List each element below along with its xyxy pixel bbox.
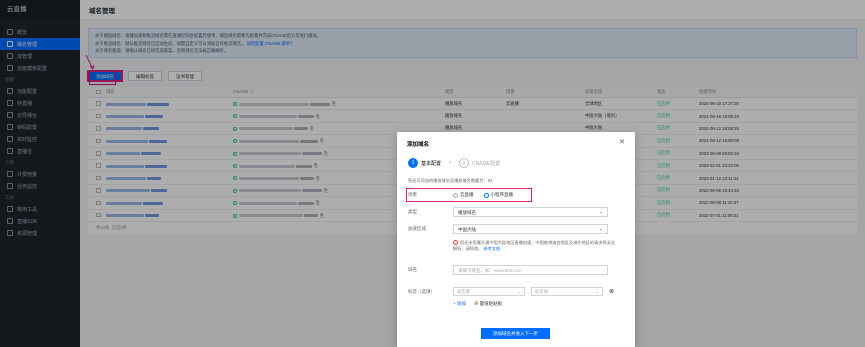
- add-domain-dialog: 添加域名 ✕ 1 基本配置 › 2 CNAME配置 您还可添加的播放域名及播放域…: [397, 132, 635, 347]
- field-label: 域名: [408, 267, 417, 272]
- type-select[interactable]: 播放域名 ⌄: [453, 207, 608, 217]
- field-label: 标签（选填）: [408, 288, 435, 294]
- submit-next-button[interactable]: 添加域名并进入下一步: [481, 328, 550, 339]
- chevron-right-icon: ›: [449, 160, 452, 166]
- chevron-down-icon: ⌄: [517, 289, 521, 294]
- region-select[interactable]: 中国大陆 ⌄: [453, 224, 608, 234]
- dialog-title: 添加域名: [407, 142, 430, 148]
- step-number: 2: [459, 158, 470, 168]
- tag-value-select[interactable]: 标签值 ⌄: [531, 287, 603, 296]
- tag-row: 标签（选填） 标签键 ⌄ 标签值 ⌄ ⊗: [408, 287, 626, 296]
- paste-tags-link[interactable]: ⊕ 键值粘贴板: [474, 301, 502, 307]
- close-icon[interactable]: ✕: [619, 139, 625, 146]
- domain-input[interactable]: 请填写域名，如：www.test.com: [453, 265, 608, 275]
- warning-icon: !: [453, 240, 458, 246]
- chevron-down-icon: ⌄: [598, 226, 603, 232]
- region-hint: ! 您还未签署开通中国大陆地区直播加速，中国香港澳台地区及海外地区的请求将无法解析…: [453, 240, 615, 251]
- doc-link[interactable]: 参考文档: [483, 246, 500, 251]
- tag-actions-row: + 添加 ⊕ 键值粘贴板: [408, 301, 626, 307]
- tag-key-select[interactable]: 标签键 ⌄: [453, 287, 525, 296]
- steps-indicator: 1 基本配置 › 2 CNAME配置: [408, 158, 500, 168]
- chevron-down-icon: ⌄: [598, 209, 603, 215]
- annotation-highlight-box: [406, 188, 532, 202]
- quota-text: 您还可添加的播放域名及播放域名数量为：94: [408, 178, 493, 183]
- step-label: CNAME配置: [472, 160, 501, 167]
- add-tag-link[interactable]: + 添加: [453, 301, 466, 307]
- type-row: 类型 播放域名 ⌄: [408, 207, 626, 217]
- remove-tag-icon[interactable]: ⊗: [609, 288, 614, 295]
- step-number: 1: [408, 158, 418, 168]
- field-label: 加速区域: [408, 226, 426, 231]
- region-row: 加速区域 中国大陆 ⌄: [408, 224, 626, 234]
- step-label: 基本配置: [421, 160, 442, 167]
- field-label: 类型: [408, 209, 417, 214]
- chevron-down-icon: ⌄: [595, 289, 599, 294]
- domain-row: 域名 请填写域名，如：www.test.com: [408, 265, 626, 275]
